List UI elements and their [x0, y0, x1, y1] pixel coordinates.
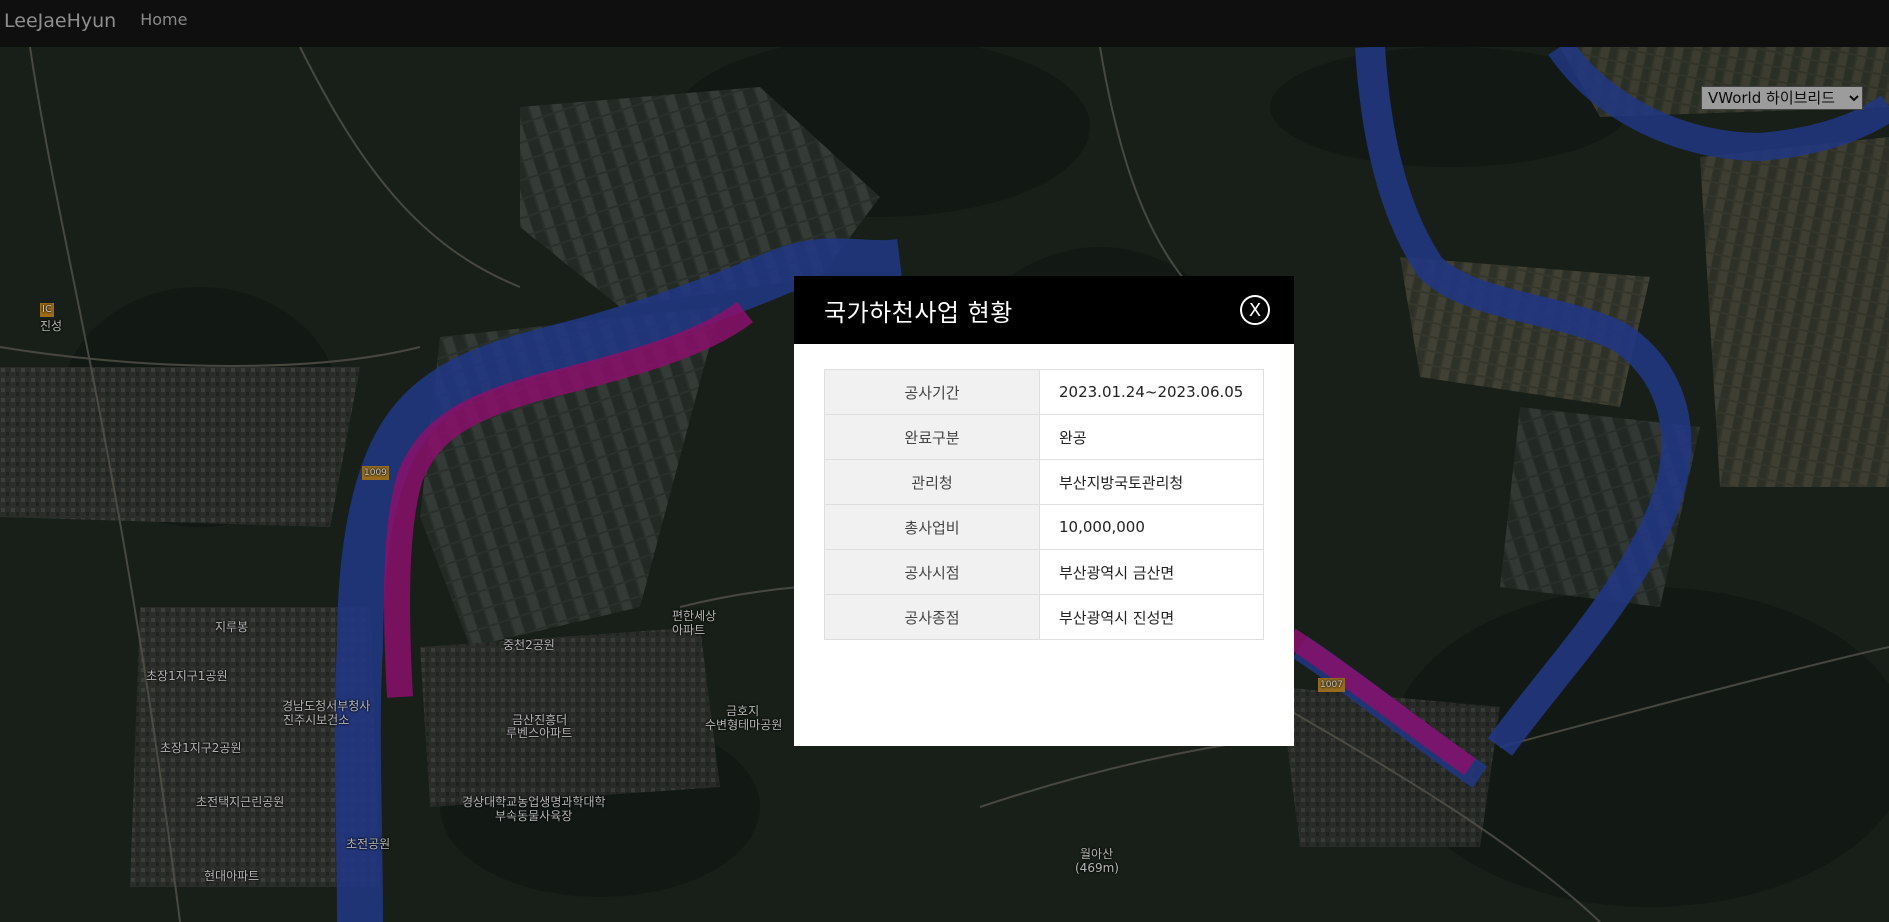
- row-value: 부산광역시 금산면: [1039, 549, 1264, 595]
- map-label-wolasan-height: (469m): [1075, 861, 1119, 875]
- row-label: 총사업비: [824, 504, 1040, 550]
- row-label: 공사기간: [824, 369, 1040, 415]
- map-label-jinseong: 진성: [40, 319, 63, 333]
- map-label-gnu-farm: 부속동물사육장: [495, 809, 573, 823]
- map-label-hyundai-apt: 현대아파트: [204, 869, 260, 883]
- map-label-pyeonhan: 편한세상: [672, 609, 717, 623]
- brand-link[interactable]: LeeJaeHyun: [4, 10, 116, 32]
- map-label-pyeonhan-apt: 아파트: [672, 623, 706, 637]
- map-label-jirubong: 지루봉: [215, 620, 249, 634]
- map-label-health-center: 진주시보건소: [283, 713, 350, 727]
- ic-marker-icon: IC: [40, 303, 54, 317]
- table-row: 총사업비 10,000,000: [824, 504, 1264, 550]
- map-label-chojeon-park: 초전택지근린공원: [196, 795, 285, 809]
- row-label: 공사종점: [824, 594, 1040, 640]
- row-value: 부산광역시 진성면: [1039, 594, 1264, 640]
- row-label: 관리청: [824, 459, 1040, 505]
- close-icon: X: [1248, 299, 1262, 321]
- row-label: 완료구분: [824, 414, 1040, 460]
- row-value: 10,000,000: [1039, 504, 1264, 550]
- table-row: 공사기간 2023.01.24~2023.06.05: [824, 369, 1264, 415]
- row-label: 공사시점: [824, 549, 1040, 595]
- map-label-geumho-park: 수변형테마공원: [705, 718, 783, 732]
- modal-header: 국가하천사업 현황 X: [794, 276, 1294, 344]
- map-label-geumsan: 금산진흥더: [512, 713, 568, 727]
- modal-title: 국가하천사업 현황: [824, 298, 1013, 327]
- map-label-gnu-college: 경상대학교농업생명과학대학: [462, 795, 606, 809]
- map-layer-select[interactable]: VWorld 하이브리드: [1701, 86, 1863, 110]
- row-value: 완공: [1039, 414, 1264, 460]
- table-row: 공사시점 부산광역시 금산면: [824, 549, 1264, 595]
- project-info-table: 공사기간 2023.01.24~2023.06.05 완료구분 완공 관리청 부…: [824, 369, 1264, 640]
- map-label-rubens-apt: 루벤스아파트: [506, 726, 573, 740]
- project-info-modal: 국가하천사업 현황 X 공사기간 2023.01.24~2023.06.05 완…: [794, 276, 1294, 746]
- map-label-chojang1-park2: 초장1지구2공원: [160, 741, 242, 755]
- road-number-1007: 1007: [1318, 678, 1345, 692]
- table-row: 완료구분 완공: [824, 414, 1264, 460]
- table-row: 관리청 부산지방국토관리청: [824, 459, 1264, 505]
- nav-home-link[interactable]: Home: [140, 10, 187, 29]
- row-value: 부산지방국토관리청: [1039, 459, 1264, 505]
- road-number-100: 1009: [362, 466, 389, 480]
- table-row: 공사종점 부산광역시 진성면: [824, 594, 1264, 640]
- map-label-wolasan: 월아산: [1080, 847, 1114, 861]
- map-label-chojeon-park-short: 초전공원: [346, 837, 391, 851]
- map-label-geumho: 금호지: [726, 704, 760, 718]
- map-label-chojang1-park: 초장1지구1공원: [146, 669, 228, 683]
- row-value: 2023.01.24~2023.06.05: [1039, 369, 1264, 415]
- top-navbar: LeeJaeHyun Home: [0, 0, 1889, 47]
- close-button[interactable]: X: [1240, 295, 1270, 325]
- map-label-gyeongnam-office: 경남도청서부청사: [282, 699, 371, 713]
- map-label-jungcheon-park: 중천2공원: [503, 638, 555, 652]
